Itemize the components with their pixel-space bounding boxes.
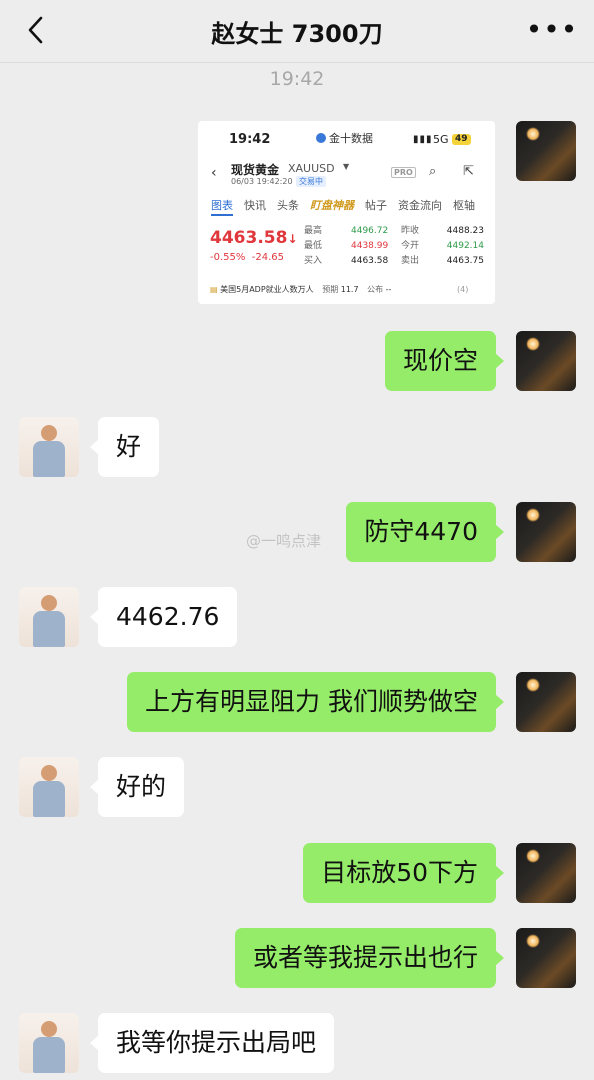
news-icon: ▤ <box>210 285 218 294</box>
stats-row: 最高 4496.72 昨收 4488.23 <box>304 226 484 236</box>
tab-posts: 帖子 <box>365 199 387 212</box>
chat-title: 赵女士 7300刀 <box>211 20 383 48</box>
avatar[interactable] <box>19 757 79 817</box>
message-bubble-sent[interactable]: 上方有明显阻力 我们顺势做空 <box>127 672 504 732</box>
tab-chart: 图表 <box>211 199 233 216</box>
more-dots-icon: ••• <box>525 13 579 46</box>
stats-row: 买入 4463.58 卖出 4463.75 <box>304 256 484 266</box>
quote-datetime: 06/03 19:42:20 <box>231 177 293 186</box>
message-bubble-received[interactable]: 4462.76 <box>89 587 238 647</box>
battery-badge: 49 <box>452 134 471 145</box>
tab-fund-flow: 资金流向 <box>398 199 442 212</box>
stats-row: 最低 4438.99 今开 4492.14 <box>304 241 484 251</box>
screenshot-back-icon: ‹ <box>211 165 217 181</box>
message-bubble-sent[interactable]: 现价空 <box>384 331 505 391</box>
avatar[interactable] <box>516 502 576 562</box>
signal-icon: ▮▮▮ <box>413 134 433 145</box>
network-label: 5G <box>433 133 449 146</box>
trading-status-badge: 交易中 <box>296 176 326 187</box>
message-bubble-sent[interactable]: 目标放50下方 <box>303 843 504 903</box>
instrument-name: 现货黄金 <box>231 163 280 177</box>
news-text: 美国5月ADP就业人数万人 <box>220 285 314 294</box>
screenshot-status-bar: 19:42 金十数据 ▮▮▮ 5G 49 <box>198 121 495 155</box>
news-ticker: ▤ 美国5月ADP就业人数万人 预期 11.7 公布 -- <box>210 285 392 294</box>
avatar[interactable] <box>516 843 576 903</box>
pro-badge: PRO <box>391 167 416 178</box>
message-timestamp: 19:42 <box>269 68 325 90</box>
news-count: (4) <box>457 285 469 294</box>
instrument-code: XAUUSD <box>288 162 335 175</box>
down-arrow-icon: ↓ <box>287 232 298 246</box>
message-bubble-received[interactable]: 我等你提示出局吧 <box>89 1013 335 1073</box>
avatar[interactable] <box>516 928 576 988</box>
caret-down-icon: ▼ <box>343 162 350 171</box>
tab-watch-tool: 盯盘神器 <box>310 199 354 212</box>
chat-header: 赵女士 7300刀 ••• <box>0 0 594 63</box>
more-options-button[interactable]: ••• <box>526 16 578 44</box>
watermark: @一鸣点津 <box>246 532 322 550</box>
avatar[interactable] <box>19 1013 79 1073</box>
tab-flash: 快讯 <box>244 199 266 212</box>
screenshot-app-name: 金十数据 <box>316 130 373 146</box>
search-icon: ⌕ <box>429 164 437 179</box>
screenshot-tabs: 图表 快讯 头条 盯盘神器 帖子 资金流向 枢轴 <box>211 197 486 216</box>
tab-pivot: 枢轴 <box>453 199 475 212</box>
avatar[interactable] <box>19 587 79 647</box>
message-bubble-sent[interactable]: 防守4470 <box>346 502 504 562</box>
screenshot-status-time: 19:42 <box>229 132 271 147</box>
avatar[interactable] <box>19 417 79 477</box>
tab-headlines: 头条 <box>277 199 299 212</box>
app-logo-icon <box>316 133 326 143</box>
message-bubble-received[interactable]: 好 <box>89 417 160 477</box>
avatar[interactable] <box>516 121 576 181</box>
share-icon: ⇱ <box>463 164 474 179</box>
message-bubble-sent[interactable]: 或者等我提示出也行 <box>234 928 505 988</box>
avatar[interactable] <box>516 672 576 732</box>
message-bubble-received[interactable]: 好的 <box>89 757 185 817</box>
shared-screenshot-image[interactable]: 19:42 金十数据 ▮▮▮ 5G 49 ‹ 现货黄金 XAUUSD ▼ 06/… <box>198 121 495 304</box>
price-change: -0.55% -24.65 <box>210 252 284 263</box>
avatar[interactable] <box>516 331 576 391</box>
current-price: 4463.58↓ <box>210 228 298 248</box>
quote-stats: 最高 4496.72 昨收 4488.23 最低 4438.99 今开 4492.14 买入… <box>304 224 484 269</box>
